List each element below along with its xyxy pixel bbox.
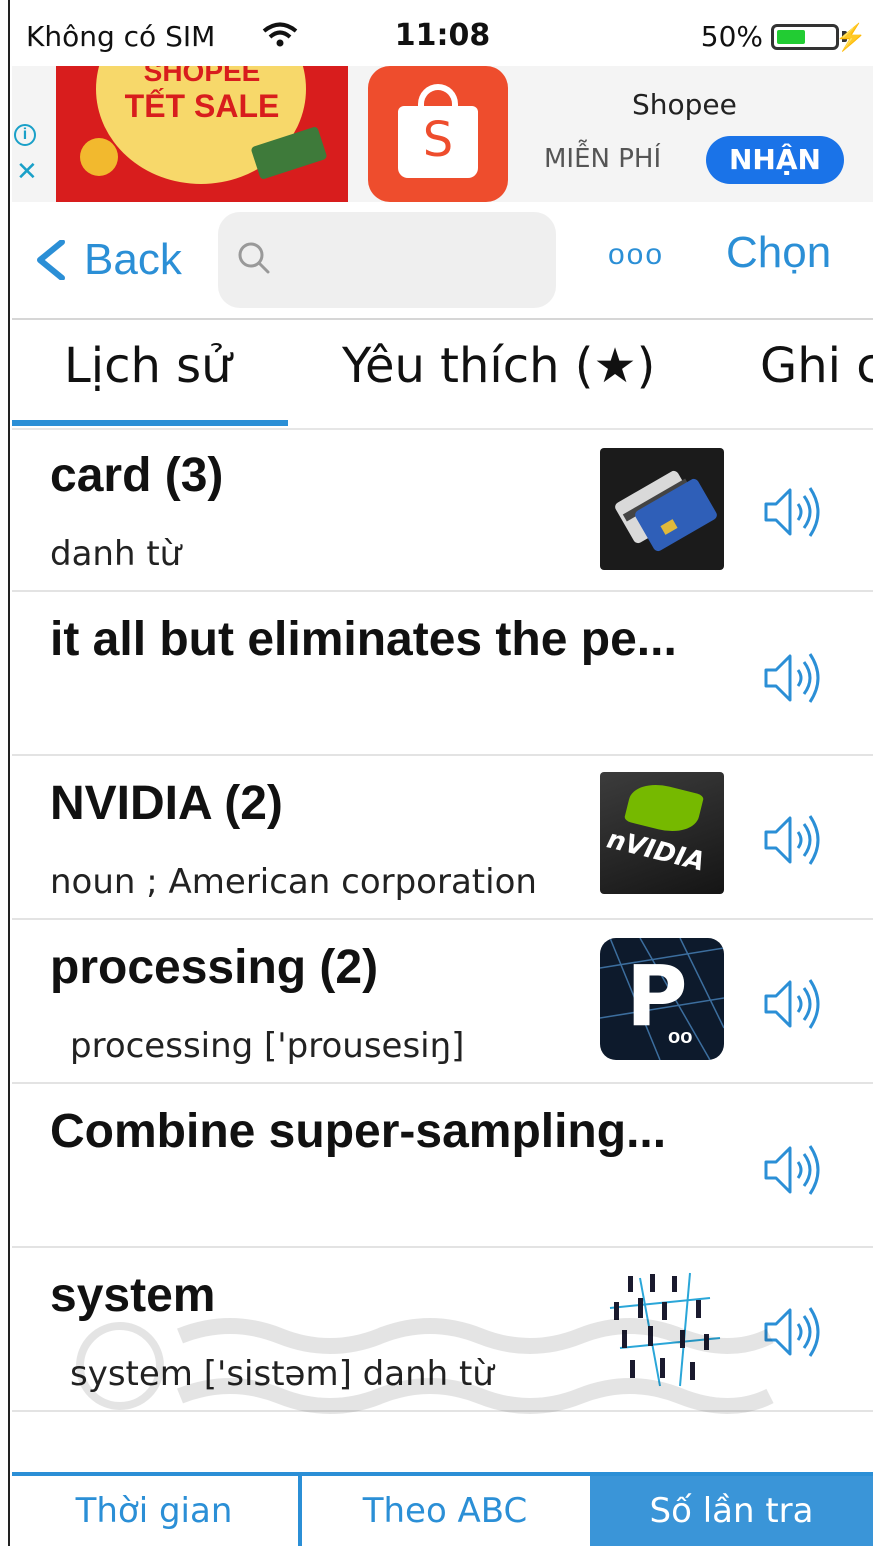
ad-banner[interactable]: i ✕ SHOPEE TẾT SALE S Shopee MIỄN PHÍ NH… xyxy=(12,66,873,202)
choose-button[interactable]: Chọn xyxy=(726,228,831,278)
screen-frame xyxy=(0,0,10,1546)
history-list: card (3) danh từ it all but eliminates t… xyxy=(12,430,873,1470)
list-item-nvidia[interactable]: NVIDIA (2) noun ; American corporation n… xyxy=(12,758,873,920)
list-item-sentence[interactable]: Combine super-sampling... xyxy=(12,1086,873,1248)
tab-notes[interactable]: Ghi c xyxy=(760,338,873,394)
ad-image[interactable]: SHOPEE TẾT SALE xyxy=(56,66,348,202)
speaker-icon[interactable] xyxy=(760,1140,824,1200)
item-subtitle: noun ; American corporation xyxy=(50,862,537,902)
item-title: NVIDIA (2) xyxy=(50,777,283,830)
ad-app-name: Shopee xyxy=(632,88,737,121)
info-icon[interactable]: i xyxy=(14,124,36,146)
nav-bar: Back ooo Chọn xyxy=(12,202,873,318)
list-item-processing[interactable]: processing (2) processing ['prousesiŋ] P… xyxy=(12,922,873,1084)
sort-by-count-button[interactable]: Số lần tra xyxy=(590,1476,873,1546)
speaker-icon[interactable] xyxy=(760,810,824,870)
status-bar: Không có SIM 11:08 50% ⚡ xyxy=(12,0,873,66)
get-app-button[interactable]: NHẬN xyxy=(706,136,844,184)
more-options-button[interactable]: ooo xyxy=(608,238,664,272)
close-icon[interactable]: ✕ xyxy=(16,158,38,184)
tab-bar: Lịch sử Yêu thích (★) Ghi c xyxy=(12,320,873,428)
sort-by-abc-button[interactable]: Theo ABC xyxy=(298,1476,588,1546)
list-item-card[interactable]: card (3) danh từ xyxy=(12,430,873,592)
sort-bar: Thời gian Theo ABC Số lần tra xyxy=(12,1472,873,1546)
speaker-icon[interactable] xyxy=(760,974,824,1034)
credit-card-image xyxy=(600,448,724,570)
active-tab-indicator xyxy=(12,420,288,426)
nvidia-logo-image: nVIDIA xyxy=(600,772,724,894)
item-title: it all but eliminates the pe... xyxy=(50,613,677,666)
people-network-image xyxy=(600,1268,724,1390)
item-subtitle: processing ['prousesiŋ] xyxy=(70,1026,465,1066)
battery-icon xyxy=(771,24,839,50)
speaker-icon[interactable] xyxy=(760,1302,824,1362)
item-title: card (3) xyxy=(50,449,224,502)
item-title: system xyxy=(50,1269,216,1322)
charging-icon: ⚡ xyxy=(834,22,867,52)
list-item-system[interactable]: system system ['sistəm] danh từ xyxy=(12,1250,873,1412)
battery-percent: 50% xyxy=(700,20,763,53)
ad-image-title: SHOPEE xyxy=(143,66,261,87)
chevron-left-icon xyxy=(37,240,65,280)
item-subtitle: danh từ xyxy=(50,534,182,574)
tab-favorites[interactable]: Yêu thích (★) xyxy=(342,338,655,394)
speaker-icon[interactable] xyxy=(760,648,824,708)
search-icon xyxy=(238,242,270,274)
shopee-logo-icon[interactable]: S xyxy=(368,66,508,202)
item-title: Combine super-sampling... xyxy=(50,1105,667,1158)
back-label: Back xyxy=(84,235,182,284)
item-title: processing (2) xyxy=(50,941,379,994)
list-item-sentence[interactable]: it all but eliminates the pe... xyxy=(12,594,873,756)
item-subtitle: system ['sistəm] danh từ xyxy=(70,1354,494,1394)
processing-logo-image: P oo xyxy=(600,938,724,1060)
speaker-icon[interactable] xyxy=(760,482,824,542)
ad-price: MIỄN PHÍ xyxy=(544,144,662,174)
sort-by-time-button[interactable]: Thời gian xyxy=(12,1476,296,1546)
gold-coin-icon xyxy=(80,138,118,176)
tab-history[interactable]: Lịch sử xyxy=(64,338,232,394)
ad-image-subtitle: TẾT SALE xyxy=(124,88,280,124)
